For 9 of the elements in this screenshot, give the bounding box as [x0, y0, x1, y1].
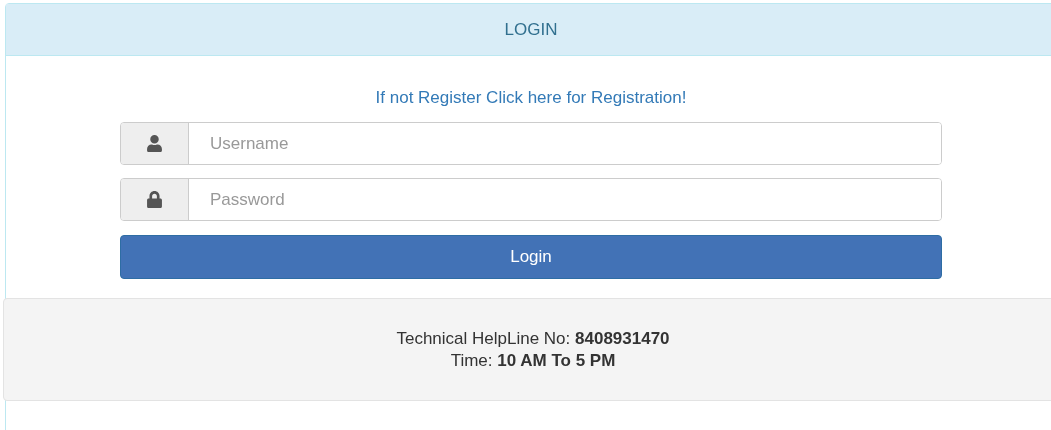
registration-link[interactable]: If not Register Click here for Registration! [375, 88, 687, 108]
username-field[interactable]: Username [120, 122, 942, 165]
user-icon [146, 135, 163, 152]
panel-title: LOGIN [504, 19, 558, 40]
login-button[interactable]: Login [120, 235, 942, 279]
time-text: Time: 10 AM To 5 PM [450, 350, 616, 371]
helpline-text: Technical HelpLine No: 8408931470 [396, 328, 670, 349]
password-field[interactable]: Password [120, 178, 942, 221]
lock-icon [146, 191, 163, 208]
